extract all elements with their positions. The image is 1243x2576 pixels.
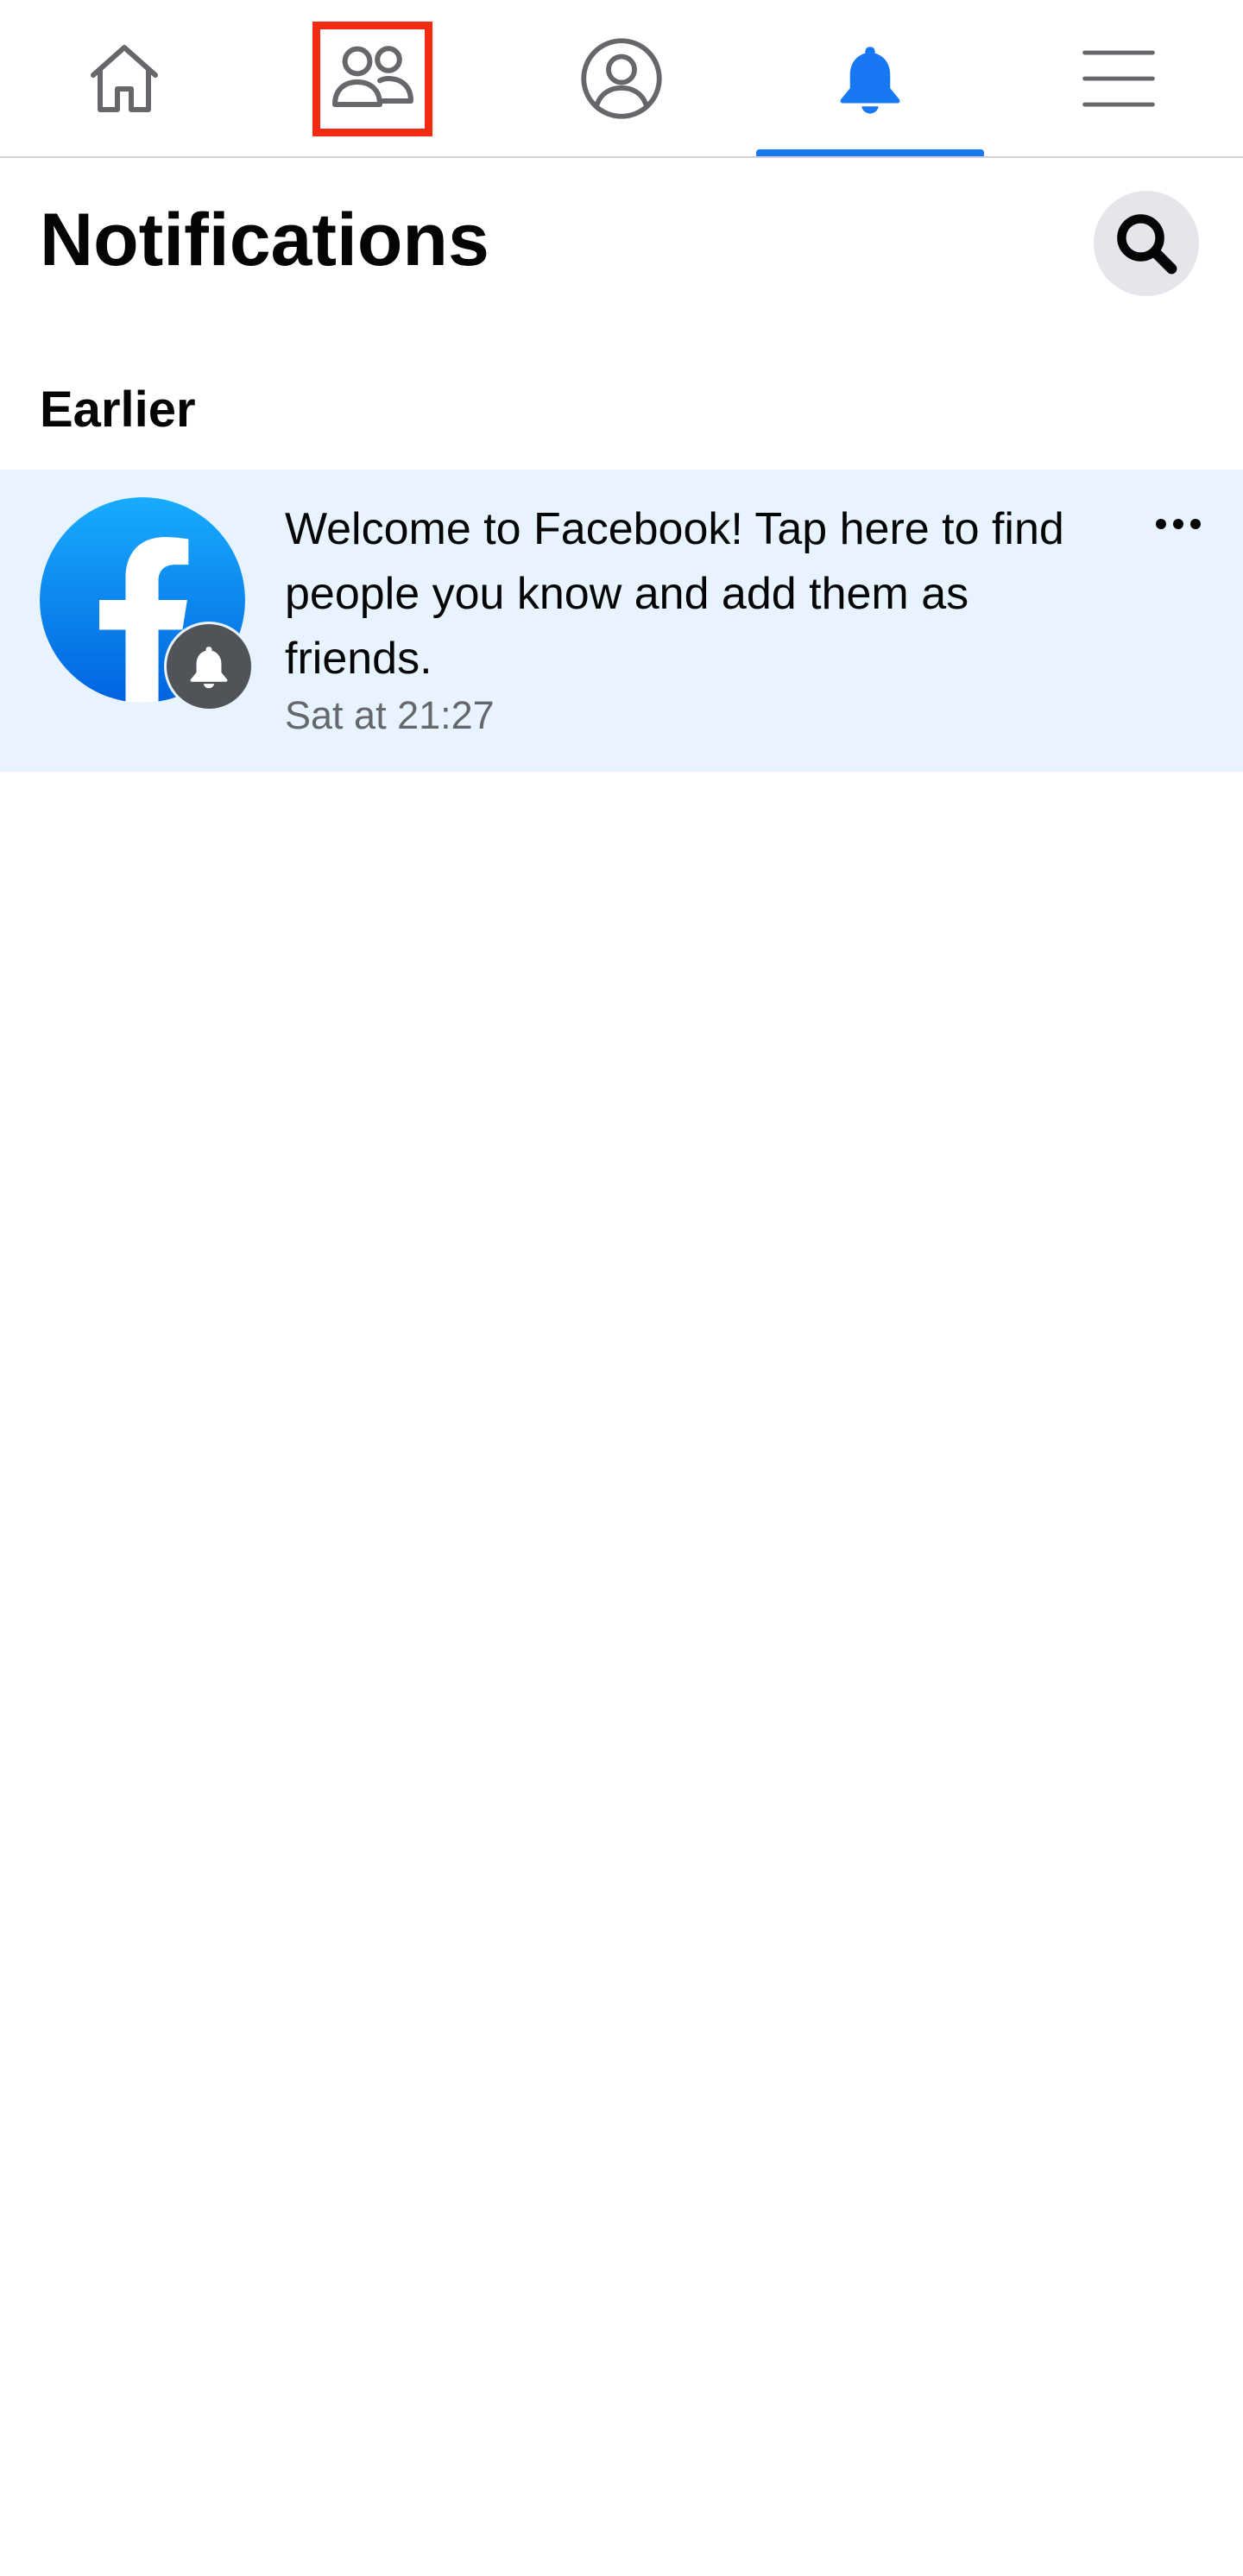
bell-icon	[190, 647, 228, 689]
tab-profile[interactable]	[497, 0, 746, 156]
section-title-earlier: Earlier	[40, 382, 196, 438]
notification-time: Sat at 21:27	[285, 693, 495, 737]
tab-friends[interactable]	[249, 0, 497, 156]
friends-icon	[332, 45, 413, 107]
more-dots-icon	[1156, 519, 1201, 529]
notifications-screen: Notifications Earlier Welcome to Faceboo…	[0, 0, 1243, 2576]
search-button[interactable]	[1094, 191, 1199, 296]
menu-icon	[1082, 50, 1155, 106]
search-icon	[1117, 214, 1177, 275]
more-options-button[interactable]	[1148, 504, 1208, 544]
notification-type-badge	[164, 622, 254, 711]
top-navigation	[0, 0, 1243, 158]
page-title: Notifications	[40, 199, 489, 281]
tab-menu[interactable]	[994, 0, 1243, 156]
tab-notifications[interactable]	[746, 0, 994, 156]
notification-text: Welcome to Facebook! Tap here to find pe…	[285, 504, 1064, 684]
tab-home[interactable]	[0, 0, 249, 156]
profile-icon	[581, 37, 662, 119]
home-icon	[91, 44, 158, 112]
notification-item[interactable]: Welcome to Facebook! Tap here to find pe…	[0, 470, 1243, 772]
bell-icon	[840, 46, 900, 113]
notifications-header: Notifications	[0, 160, 1243, 332]
